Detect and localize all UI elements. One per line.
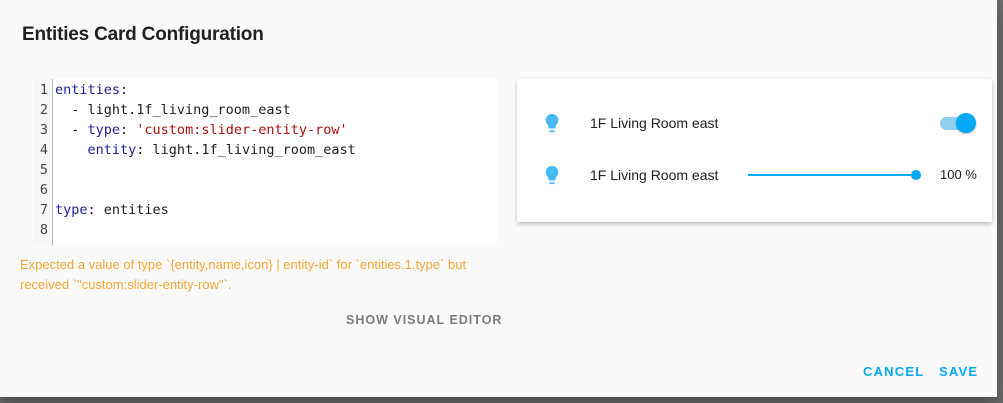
entity-row-slider[interactable]: 1F Living Room east 100 % (517, 155, 992, 195)
yaml-code-editor[interactable]: 1 entities: 2 - light.1f_living_room_east 3… (34, 79, 497, 245)
line-number: 5 (39, 162, 48, 178)
line-number: 2 (39, 102, 48, 118)
entity-row-toggle[interactable]: 1F Living Room east (517, 103, 992, 143)
card-preview: 1F Living Room east 1F Living Room east … (517, 79, 992, 222)
code-text: - type: 'custom:slider-entity-row' (55, 122, 348, 138)
slider-thumb[interactable] (911, 170, 921, 180)
card-config-dialog: Entities Card Configuration 1 entities: 2 … (0, 0, 997, 397)
code-line[interactable]: 5 (34, 162, 497, 182)
code-text: entities: (55, 82, 129, 98)
code-line[interactable]: 6 (34, 182, 497, 202)
code-text: entity: light.1f_living_room_east (87, 142, 356, 158)
save-button[interactable]: SAVE (939, 364, 978, 379)
code-line[interactable]: 3 - type: 'custom:slider-entity-row' (34, 122, 497, 142)
toggle-thumb[interactable] (956, 113, 976, 133)
brightness-value: 100 % (940, 167, 977, 182)
entity-row-name: 1F Living Room east (590, 115, 719, 131)
line-number: 6 (39, 182, 48, 198)
error-message: Expected a value of type `{entity,name,i… (20, 257, 467, 292)
code-text: - light.1f_living_room_east (55, 102, 291, 118)
line-number: 4 (39, 142, 48, 158)
code-line[interactable]: 1 entities: (34, 82, 497, 102)
code-line[interactable]: 2 - light.1f_living_room_east (34, 102, 497, 122)
line-number: 3 (39, 122, 48, 138)
line-number: 8 (39, 222, 48, 238)
cancel-button[interactable]: CANCEL (863, 364, 924, 379)
slider-track (748, 174, 916, 176)
code-line[interactable]: 8 (34, 222, 497, 242)
code-line[interactable]: 7 type: entities (34, 202, 497, 222)
line-number: 1 (39, 82, 48, 98)
show-visual-editor-button[interactable]: SHOW VISUAL EDITOR (346, 313, 502, 327)
light-toggle-switch[interactable] (940, 113, 976, 133)
dialog-title: Entities Card Configuration (22, 24, 264, 45)
code-text: type: entities (55, 202, 169, 218)
entity-row-name: 1F Living Room east (590, 167, 719, 183)
lightbulb-icon (545, 113, 559, 133)
lightbulb-icon (545, 165, 559, 185)
code-line[interactable]: 4 entity: light.1f_living_room_east (34, 142, 497, 162)
line-number: 7 (39, 202, 48, 218)
brightness-slider[interactable] (748, 167, 921, 183)
